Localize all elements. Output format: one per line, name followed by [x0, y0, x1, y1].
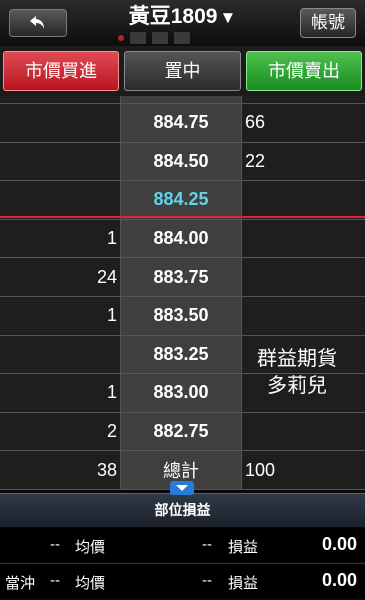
pnl-value: 0.00 — [321, 570, 357, 590]
ask-cell[interactable]: 22 — [242, 142, 365, 181]
bid-cell[interactable] — [0, 335, 121, 374]
price-cell[interactable]: 883.75 — [121, 258, 242, 296]
collapse-toggle[interactable] — [170, 481, 194, 495]
daytrade-position-row: 當沖 -- 均價 -- 損益 0.00 — [0, 563, 365, 598]
ask-cell[interactable] — [242, 219, 365, 258]
ask-cell[interactable]: 66 — [242, 104, 365, 142]
price-cell[interactable]: 883.25 — [121, 335, 242, 374]
ask-cell[interactable] — [242, 258, 365, 296]
bid-total: 38 — [0, 451, 121, 489]
bid-cell[interactable]: 1 — [0, 374, 121, 412]
book-row: 884.75 66 — [0, 104, 365, 143]
watermark-line-1: 群益期貨 — [257, 348, 337, 370]
avg-price-value: -- — [50, 536, 60, 553]
pnl-label: 損益 — [228, 575, 259, 592]
ask-total: 100 — [242, 451, 365, 489]
daytrade-label: 當沖 — [5, 575, 36, 592]
bid-cell[interactable]: 24 — [0, 258, 121, 296]
price-cell[interactable]: 883.00 — [121, 374, 242, 412]
ask-cell[interactable] — [242, 296, 365, 335]
avg-price-label: 均價 — [75, 575, 106, 592]
position-row: -- 均價 -- 損益 0.00 — [0, 528, 365, 562]
bid-cell[interactable]: 2 — [0, 412, 121, 451]
position-panel-header[interactable]: 部位損益 — [0, 493, 365, 527]
price-cell[interactable]: 884.00 — [121, 219, 242, 258]
top-bar: 黃豆1809 ▼ 帳號 — [0, 0, 365, 46]
bid-cell[interactable]: 1 — [0, 296, 121, 335]
center-button[interactable]: 置中 — [124, 51, 241, 91]
book-row: 884.25 — [0, 181, 365, 220]
book-row: 1 884.00 — [0, 219, 365, 259]
account-button[interactable]: 帳號 — [300, 8, 356, 38]
last-price-line — [0, 216, 365, 218]
avg-price-label: 均價 — [75, 539, 106, 556]
bid-cell[interactable] — [0, 181, 121, 219]
pnl-placeholder: -- — [202, 536, 212, 553]
chevron-down-icon — [176, 485, 188, 491]
price-cell[interactable]: 882.75 — [121, 412, 242, 451]
dropdown-arrow-icon: ▼ — [219, 8, 237, 27]
market-buy-button[interactable]: 市價買進 — [3, 51, 119, 91]
action-bar: 市價買進 置中 市價賣出 — [0, 46, 365, 96]
pnl-value: 0.00 — [321, 534, 357, 554]
avg-price-value: -- — [50, 572, 60, 589]
market-sell-button[interactable]: 市價賣出 — [246, 51, 362, 91]
price-cell[interactable]: 883.50 — [121, 296, 242, 335]
watermark-line-2: 多莉兒 — [267, 375, 327, 397]
page-indicator — [118, 32, 196, 46]
price-cell[interactable]: 884.75 — [121, 104, 242, 142]
ask-cell[interactable] — [242, 412, 365, 451]
book-row: 884.50 22 — [0, 142, 365, 182]
order-book: 884.75 66 884.50 22 884.25 1 884.00 24 8… — [0, 96, 365, 496]
bid-cell[interactable] — [0, 142, 121, 181]
bid-cell[interactable] — [0, 104, 121, 142]
book-row-partial — [0, 96, 365, 104]
book-row: 24 883.75 — [0, 258, 365, 297]
watermark: 群益期貨 多莉兒 — [247, 346, 347, 400]
pnl-placeholder: -- — [202, 572, 212, 589]
price-cell[interactable]: 884.50 — [121, 142, 242, 181]
last-price-cell[interactable]: 884.25 — [121, 181, 242, 219]
book-row: 2 882.75 — [0, 412, 365, 452]
ask-cell[interactable] — [242, 181, 365, 219]
bid-cell[interactable]: 1 — [0, 219, 121, 258]
book-row: 1 883.50 — [0, 296, 365, 336]
contract-name: 黃豆1809 — [128, 5, 218, 28]
pnl-label: 損益 — [228, 539, 259, 556]
